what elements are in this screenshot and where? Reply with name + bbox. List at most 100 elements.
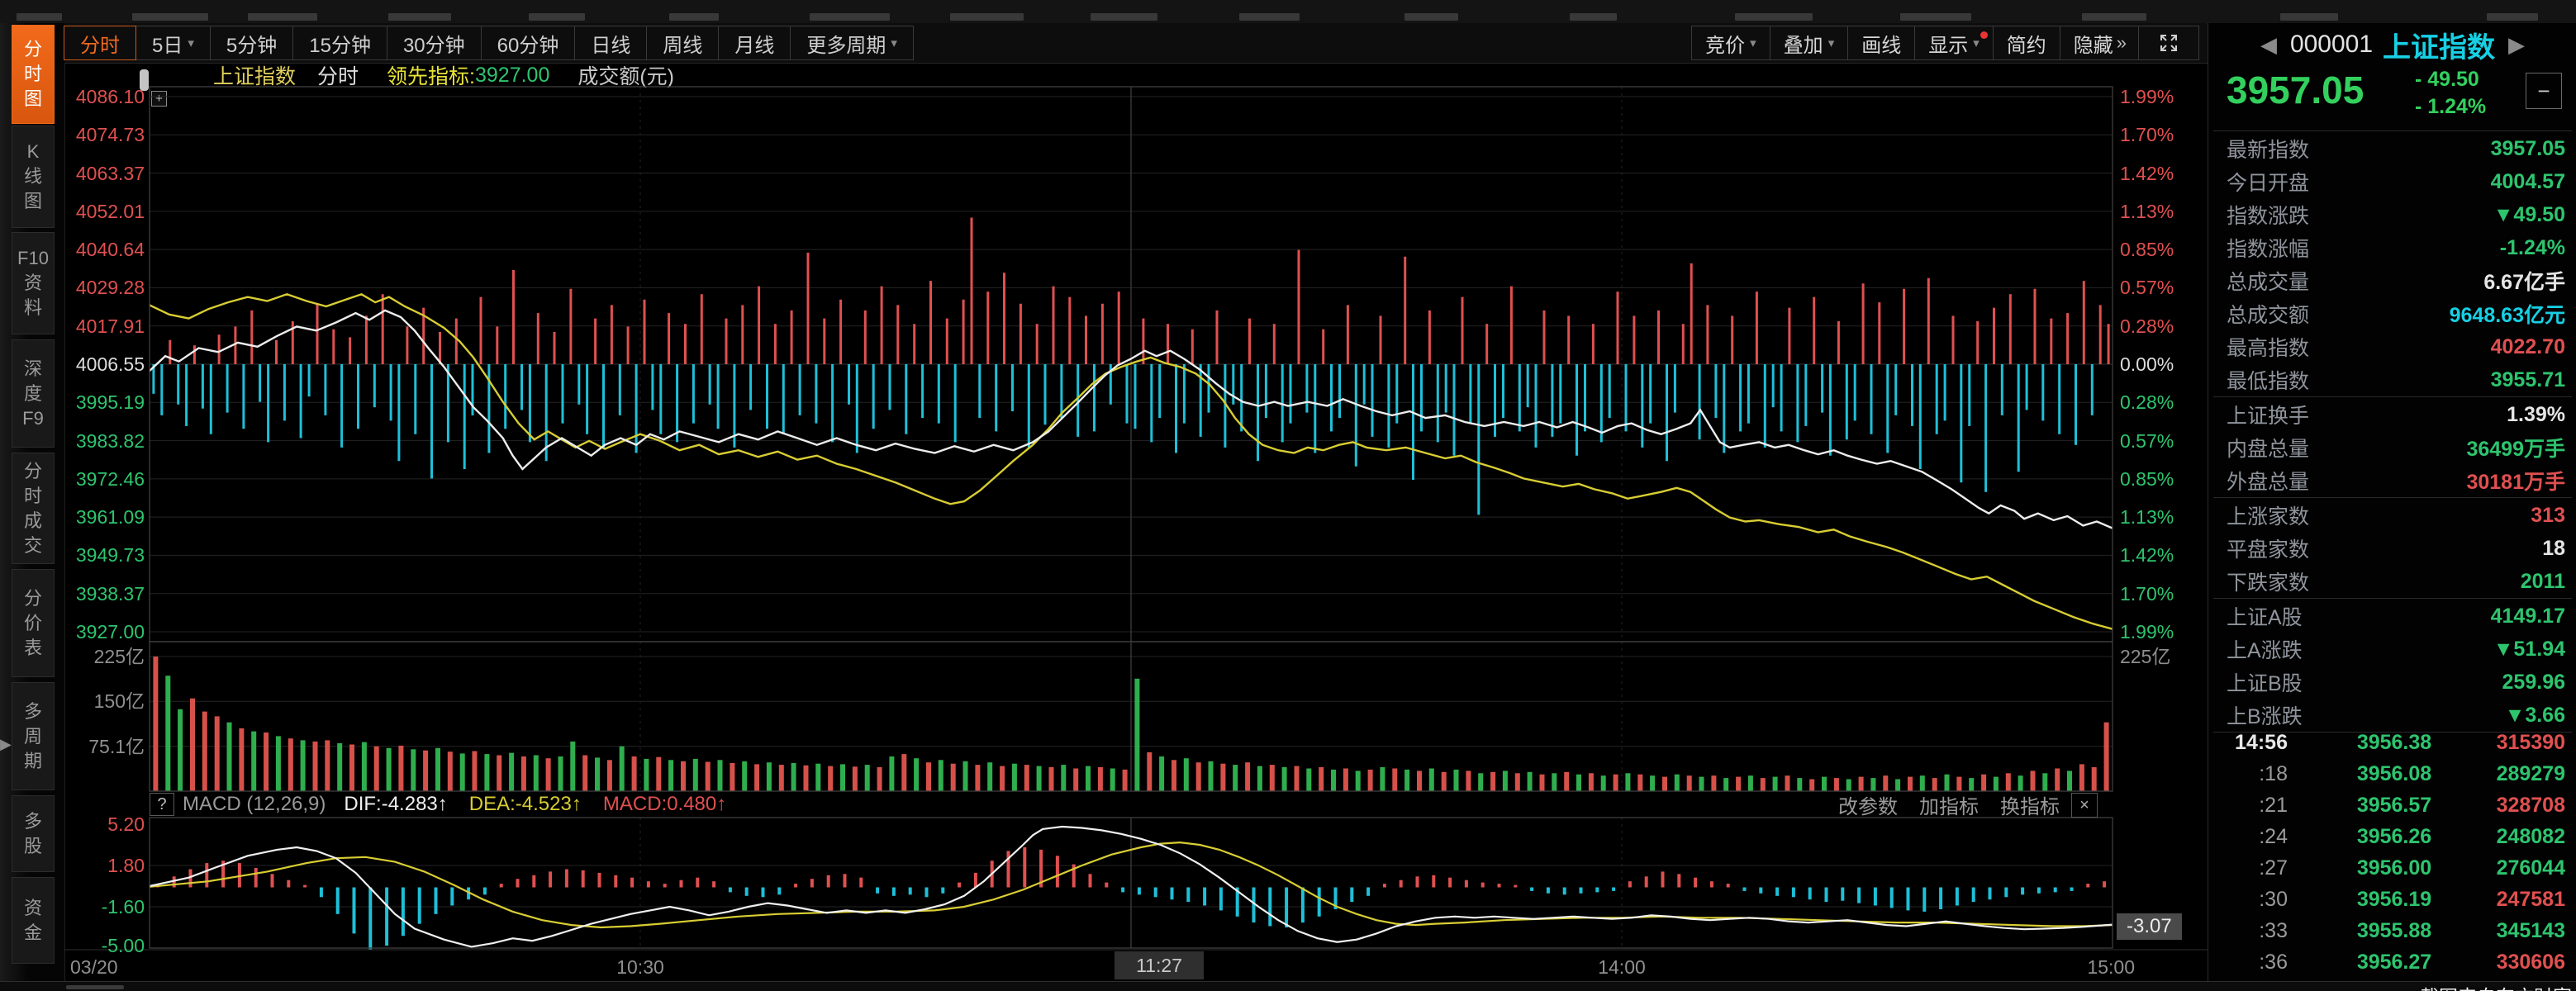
tick-price: 3956.08 [2332,762,2456,786]
tick-time: :21 [2208,794,2288,818]
macd-dea-value: DEA:-4.523↑ [469,793,582,816]
stat-label: 上涨家数 [2227,500,2309,530]
stat-label: 平盘家数 [2227,533,2309,563]
stat-row-外盘总量: 外盘总量 30181万手 [2208,464,2576,497]
stat-label: 最高指数 [2227,332,2309,362]
macd-buttons: 改参数加指标换指标 [1817,791,2060,818]
stat-row-上证B股: 上证B股 259.96 [2208,666,2576,699]
tick-time: :18 [2208,762,2288,786]
stat-value: 30181万手 [2466,466,2565,496]
stat-label: 总成交量 [2227,266,2309,296]
stat-value: 2011 [2521,570,2565,594]
tick-time: :27 [2208,856,2288,880]
tick-price: 3956.19 [2332,888,2456,912]
macd-last-value-badge: -3.07 [2117,913,2182,940]
tick-price: 3956.26 [2332,825,2456,849]
stat-value: 4004.57 [2491,170,2565,194]
stat-value: 4149.17 [2491,605,2565,628]
divider [2213,497,2572,498]
prev-stock-icon[interactable]: ◀ [2260,32,2277,58]
tick-volume: 330606 [2497,951,2565,974]
tick-price: 3955.88 [2332,919,2456,943]
collapse-panel-button[interactable]: − [2526,73,2562,109]
change-percent: - 1.24% [2415,93,2486,121]
tick-time: :36 [2208,951,2288,974]
stat-row-内盘总量: 内盘总量36499万手 [2208,431,2576,464]
horizontal-scrollbar-thumb[interactable] [66,985,124,989]
tick-row[interactable]: :24 3956.26 248082 [2208,821,2576,852]
stat-label: 上证B股 [2227,667,2303,697]
stat-value: 18 [2542,537,2565,561]
stat-row-总成交额: 总成交额9648.63亿元 [2208,297,2576,330]
tick-row[interactable]: :21 3956.57 328708 [2208,789,2576,821]
stat-row-上A涨跌: 上A涨跌 ▼51.94 [2208,633,2576,666]
tick-row[interactable]: :183956.08289279 [2208,758,2576,789]
divider [2213,598,2572,599]
macd-button-改参数[interactable]: 改参数 [1838,790,1898,819]
pane-borders [64,87,2208,950]
tick-row[interactable]: :303956.19247581 [2208,884,2576,915]
indicator-close-icon[interactable]: × [2071,793,2098,818]
stat-label: 总成交额 [2227,299,2309,329]
stat-label: 上A涨跌 [2227,634,2303,664]
stat-row-今日开盘: 今日开盘 4004.57 [2208,165,2576,198]
tick-row[interactable]: 14:563956.38315390 [2208,727,2576,758]
stat-label: 上B涨跌 [2227,700,2303,730]
stat-row-上证换手: 上证换手 1.39% [2208,398,2576,431]
quote-panel-header: ◀ 000001 上证指数 ▶ [2208,26,2576,63]
stat-value: 3955.71 [2491,368,2565,392]
stat-label: 上证换手 [2227,400,2309,429]
stat-value: ▼51.94 [2493,638,2565,661]
tick-row[interactable]: :333955.88345143 [2208,915,2576,946]
tick-time: :30 [2208,888,2288,912]
price-change: - 49.50 - 1.24% [2415,66,2486,121]
crosshair-time-badge: 11:27 [1115,951,1204,979]
tick-row[interactable]: :36 3956.27 330606 [2208,946,2576,978]
macd-button-换指标[interactable]: 换指标 [2000,790,2060,819]
tick-price: 3956.00 [2332,856,2456,880]
stat-label: 今日开盘 [2227,167,2309,197]
stat-label: 指数涨跌 [2227,200,2309,230]
stat-value: 4022.70 [2491,335,2565,359]
stat-label: 上证A股 [2227,601,2303,631]
tick-time: 14:56 [2208,731,2288,755]
macd-name: MACD (12,26,9) [183,793,326,816]
stat-value: 259.96 [2502,671,2565,695]
tick-price: 3956.38 [2332,731,2456,755]
intraday-chart[interactable] [0,0,2576,991]
stat-label: 下跌家数 [2227,567,2309,596]
macd-dif-value: DIF:-4.283↑ [344,793,447,816]
stat-row-最高指数: 最高指数 4022.70 [2208,330,2576,363]
macd-macd-value: MACD:0.480↑ [603,793,726,816]
tick-volume: 276044 [2497,856,2565,880]
divider [2213,396,2572,397]
stat-value: 1.39% [2507,403,2565,427]
stat-value: 313 [2531,504,2565,528]
trading-app-window: ▶ 分时图K线图F10资料深度F9分时成交分价表多周期多股资金 分时5日▾5分钟… [0,0,2576,991]
stat-label: 内盘总量 [2227,433,2309,462]
tick-price: 3956.27 [2332,951,2456,974]
stat-row-最新指数: 最新指数3957.05 [2208,132,2576,165]
divider [2213,130,2572,131]
tick-volume: 248082 [2497,825,2565,849]
stock-name[interactable]: 上证指数 [2383,25,2495,65]
tick-time: :24 [2208,825,2288,849]
stat-row-最低指数: 最低指数3955.71 [2208,363,2576,396]
tick-price: 3956.57 [2332,794,2456,818]
stat-row-总成交量: 总成交量 6.67亿手 [2208,264,2576,297]
next-stock-icon[interactable]: ▶ [2508,32,2525,58]
last-price: 3957.05 [2227,68,2364,112]
stat-row-上涨家数: 上涨家数 313 [2208,499,2576,532]
tab-分时[interactable]: 分时 [64,26,136,60]
indicator-help-icon[interactable]: ? [150,793,174,816]
macd-header: ? MACD (12,26,9) DIF:-4.283↑ DEA:-4.523↑… [150,791,2113,818]
stat-value: 6.67亿手 [2483,266,2565,296]
tick-row[interactable]: :27 3956.00 276044 [2208,852,2576,884]
stat-label: 最新指数 [2227,134,2309,164]
tick-volume: 328708 [2497,794,2565,818]
macd-button-加指标[interactable]: 加指标 [1919,790,1979,819]
stat-row-指数涨幅: 指数涨幅 -1.24% [2208,231,2576,264]
stat-label: 外盘总量 [2227,466,2309,496]
stat-value: -1.24% [2500,236,2565,260]
stat-label: 指数涨幅 [2227,233,2309,263]
